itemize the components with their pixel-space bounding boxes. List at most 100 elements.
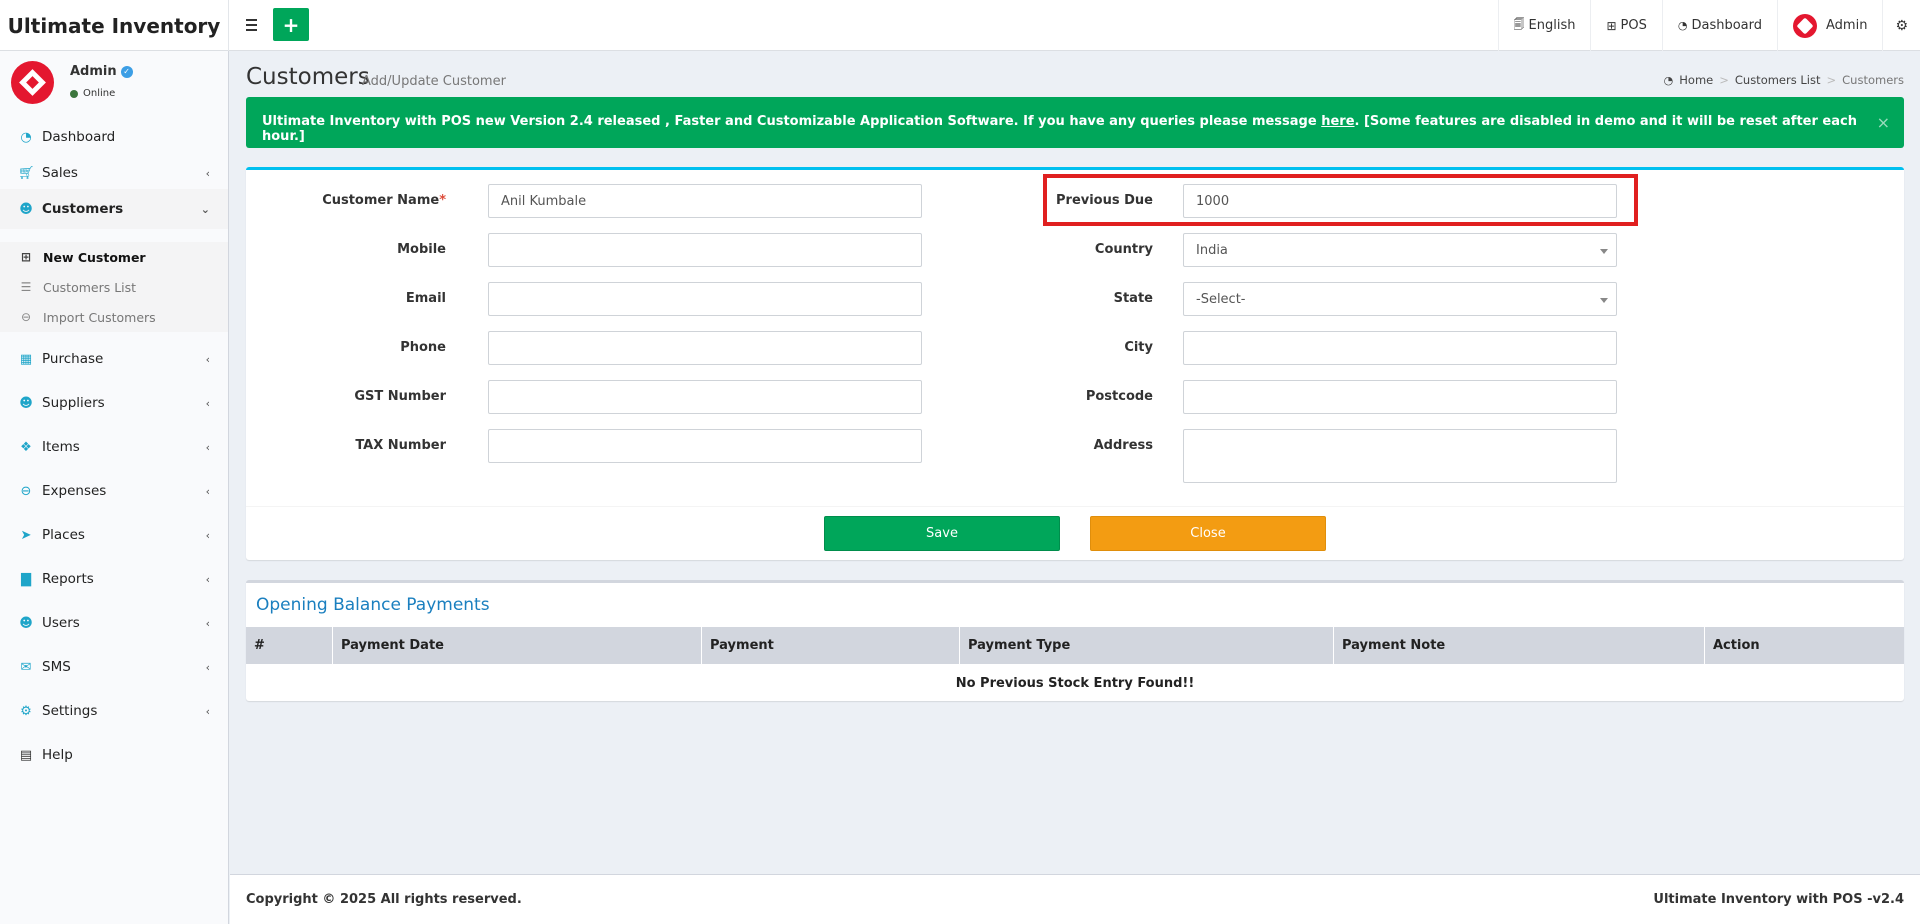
sidebar-item-purchase[interactable]: ▦ Purchase ‹ [0,339,228,379]
list-icon: ☰ [20,280,32,294]
state-select[interactable]: -Select- [1183,282,1617,316]
breadcrumb: ◔ Home > Customers List > Customers [1664,73,1904,87]
address-label: Address [1093,438,1153,453]
breadcrumb-customers-list[interactable]: Customers List [1735,73,1821,87]
sidebar-item-label: Purchase [42,351,104,367]
dashboard-label: Dashboard [1691,18,1762,33]
user-panel: Admin ✓ Online [0,51,228,111]
sidebar-item-items[interactable]: ❖ Items ‹ [0,427,228,467]
sidebar-item-settings[interactable]: ⚙ Settings ‹ [0,691,228,731]
sidebar-item-label: Reports [42,571,94,587]
sidebar-item-reports[interactable]: ▇ Reports ‹ [0,559,228,599]
chevron-left-icon: ‹ [205,396,210,410]
table-empty-message: No Previous Stock Entry Found!! [955,675,1195,691]
breadcrumb-home[interactable]: Home [1679,73,1713,87]
cubes-icon: ❖ [20,439,32,455]
release-alert: Ultimate Inventory with POS new Version … [246,97,1904,148]
sidebar-item-label: Users [42,615,80,631]
phone-input[interactable] [488,331,922,365]
mobile-label: Mobile [397,242,446,257]
pos-link[interactable]: ⊞ POS [1590,0,1661,51]
postcode-input[interactable] [1183,380,1617,414]
previous-due-input[interactable]: 1000 [1183,184,1617,218]
city-input[interactable] [1183,331,1617,365]
gst-number-label: GST Number [354,389,446,404]
submenu-label: Import Customers [43,309,156,325]
breadcrumb-separator: > [1826,73,1837,87]
column-header: Payment [702,627,960,664]
tax-number-input[interactable] [488,429,922,463]
sidebar-item-label: Sales [42,165,78,181]
pos-label: POS [1620,18,1647,33]
city-label: City [1124,340,1153,355]
sidebar-item-suppliers[interactable]: ☻ Suppliers ‹ [0,383,228,423]
opening-balance-payments: Opening Balance Payments # Payment Date … [246,580,1904,701]
bar-chart-icon: ▇ [21,571,31,587]
user-menu-label: Admin [1826,18,1868,33]
alert-link[interactable]: here [1321,114,1354,129]
arrow-circle-icon: ⊖ [20,310,32,324]
sidebar-item-users[interactable]: ☻ Users ‹ [0,603,228,643]
users-icon: ☻ [19,201,33,217]
table-header: # Payment Date Payment Payment Type Paym… [246,627,1904,664]
book-icon: ▤ [19,747,33,763]
dashboard-icon: ◔ [1677,19,1688,32]
sidebar-item-label: Customers [42,201,124,217]
country-label: Country [1094,242,1153,257]
column-header: Action [1713,638,1760,653]
customer-name-label: Customer Name* [246,193,446,208]
chevron-left-icon: ‹ [205,704,210,718]
sidebar-toggle-icon[interactable] [241,14,261,36]
column-header: Payment Note [1334,627,1705,664]
user-avatar [1793,13,1817,38]
chevron-left-icon: ‹ [205,440,210,454]
section-title: Opening Balance Payments [256,595,490,615]
submenu-new-customer[interactable]: ⊞ New Customer [0,242,228,272]
postcode-label: Postcode [1085,389,1153,404]
mobile-input[interactable] [488,233,922,267]
gears-icon: ⚙ [20,703,32,719]
sidebar-item-expenses[interactable]: ⊖ Expenses ‹ [0,471,228,511]
country-select[interactable]: India [1183,233,1617,267]
page-footer: Copyright © 2025 All rights reserved. Ul… [230,874,1920,924]
settings-toggle[interactable]: ⚙ [1882,0,1920,51]
chevron-down-icon: ⌄ [200,202,210,216]
sidebar-item-dashboard[interactable]: ◔ Dashboard [0,117,228,157]
sidebar-item-sms[interactable]: ✉ SMS ‹ [0,647,228,687]
verified-icon: ✓ [120,65,133,78]
version-text: Ultimate Inventory with POS -v2.4 [1653,892,1904,907]
user-menu[interactable]: Admin [1777,0,1882,51]
dashboard-link[interactable]: ◔ Dashboard [1661,0,1777,51]
save-button[interactable]: Save [824,516,1060,551]
submenu-import-customers[interactable]: ⊖ Import Customers [0,302,228,332]
home-icon: ◔ [1663,73,1674,87]
page-subtitle: Add/Update Customer [362,74,506,89]
sidebar-item-sales[interactable]: 🛒︎ Sales ‹ [0,153,228,193]
close-icon[interactable]: × [1877,113,1890,132]
dashboard-icon: ◔ [20,129,32,145]
tax-number-label: TAX Number [355,438,446,453]
app-brand[interactable]: Ultimate Inventory [0,0,229,51]
page-title: Customers [246,64,370,90]
plus-square-icon: ⊞ [20,250,32,264]
user-plus-icon: ☻ [19,395,33,411]
plus-square-icon: ⊞ [1606,18,1617,33]
customer-name-input[interactable]: Anil Kumbale [488,184,922,218]
customer-name-label-text: Customer Name [322,193,440,208]
address-textarea[interactable] [1183,429,1617,483]
language-menu[interactable]: 🗐 English [1497,0,1591,51]
sidebar-item-customers[interactable]: ☻ Customers ⌄ [0,189,228,229]
chevron-left-icon: ‹ [205,352,210,366]
submenu-customers-list[interactable]: ☰ Customers List [0,272,228,302]
sidebar-item-label: Settings [42,703,98,719]
quick-add-button[interactable]: + [273,8,309,41]
gst-number-input[interactable] [488,380,922,414]
sidebar-item-help[interactable]: ▤ Help [0,735,228,775]
grid-icon: ▦ [19,351,33,367]
chevron-left-icon: ‹ [205,484,210,498]
sidebar-item-places[interactable]: ➤ Places ‹ [0,515,228,555]
state-label: State [1113,291,1153,306]
close-button[interactable]: Close [1090,516,1326,551]
email-input[interactable] [488,282,922,316]
chevron-left-icon: ‹ [205,528,210,542]
